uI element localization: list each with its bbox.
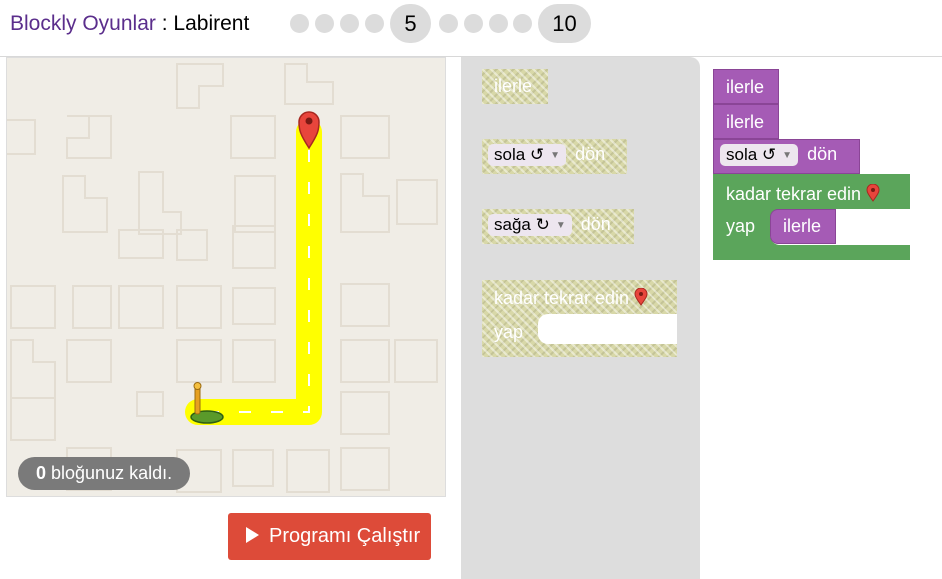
workspace: ilerle ilerle sola ↺ ▼ dön kadar tekrar e… [700, 57, 942, 579]
game-name: Labirent [173, 12, 250, 35]
repeat-label: kadar tekrar edin [494, 288, 648, 309]
workspace-repeat-until-block[interactable]: kadar tekrar edin yap ilerle [713, 174, 910, 260]
finish-marker-icon [866, 184, 880, 202]
maze-path-dashes [207, 148, 310, 413]
turn-left-dropdown[interactable]: sola ↺ ▼ [488, 144, 567, 166]
toolbox-turn-right-block[interactable]: sağa ↻ ▼ dön [482, 209, 634, 244]
dropdown-arrow-icon: ▼ [550, 150, 561, 161]
level-dot-9[interactable] [513, 14, 532, 33]
header: Blockly Oyunlar : Labirent 5 10 [0, 0, 942, 54]
level-dot-3[interactable] [340, 14, 359, 33]
level-dot-6[interactable] [439, 14, 458, 33]
dropdown-arrow-icon: ▼ [782, 150, 793, 161]
level-dot-1[interactable] [290, 14, 309, 33]
workspace-inner-forward-block[interactable]: ilerle [770, 209, 836, 244]
turn-direction-dropdown[interactable]: sola ↺ ▼ [720, 144, 799, 166]
maze-view [6, 57, 446, 497]
maze-svg [7, 63, 438, 493]
finish-marker-icon [634, 288, 648, 306]
current-level-indicator[interactable]: 5 [390, 4, 431, 43]
do-label: yap [726, 216, 756, 236]
repeat-statement-slot [538, 314, 677, 344]
play-icon [246, 527, 259, 543]
maze-path [185, 119, 322, 425]
run-program-button[interactable]: Programı Çalıştır [228, 513, 431, 560]
workspace-forward-block-2[interactable]: ilerle [713, 104, 779, 139]
turn-right-dropdown[interactable]: sağa ↻ ▼ [488, 214, 572, 236]
remaining-blocks-badge: 0 bloğunuz kaldı. [18, 457, 191, 490]
toolbox-forward-block[interactable]: ilerle [482, 69, 548, 104]
workspace-forward-block-1[interactable]: ilerle [713, 69, 779, 104]
title-separator: : [155, 12, 174, 35]
block-toolbox: ilerle sola ↺ ▼ dön sağa ↻ ▼ dön kadar tek… [461, 57, 700, 579]
level-dot-7[interactable] [464, 14, 483, 33]
workspace-turn-left-block[interactable]: sola ↺ ▼ dön [713, 139, 860, 174]
level-10-indicator[interactable]: 10 [538, 4, 591, 43]
run-program-label: Programı Çalıştır [269, 525, 421, 547]
page-title: Blockly Oyunlar : Labirent [10, 12, 249, 36]
toolbox-repeat-until-block[interactable]: kadar tekrar edin yap [482, 280, 677, 357]
level-dot-8[interactable] [489, 14, 508, 33]
app-name-link[interactable]: Blockly Oyunlar [10, 12, 156, 35]
toolbox-turn-left-block[interactable]: sola ↺ ▼ dön [482, 139, 627, 174]
level-dot-4[interactable] [365, 14, 384, 33]
level-dot-2[interactable] [315, 14, 334, 33]
do-label: yap [494, 322, 524, 342]
maze-background-tiles [7, 63, 438, 493]
dropdown-arrow-icon: ▼ [555, 220, 566, 231]
repeat-label: kadar tekrar edin [726, 184, 880, 205]
